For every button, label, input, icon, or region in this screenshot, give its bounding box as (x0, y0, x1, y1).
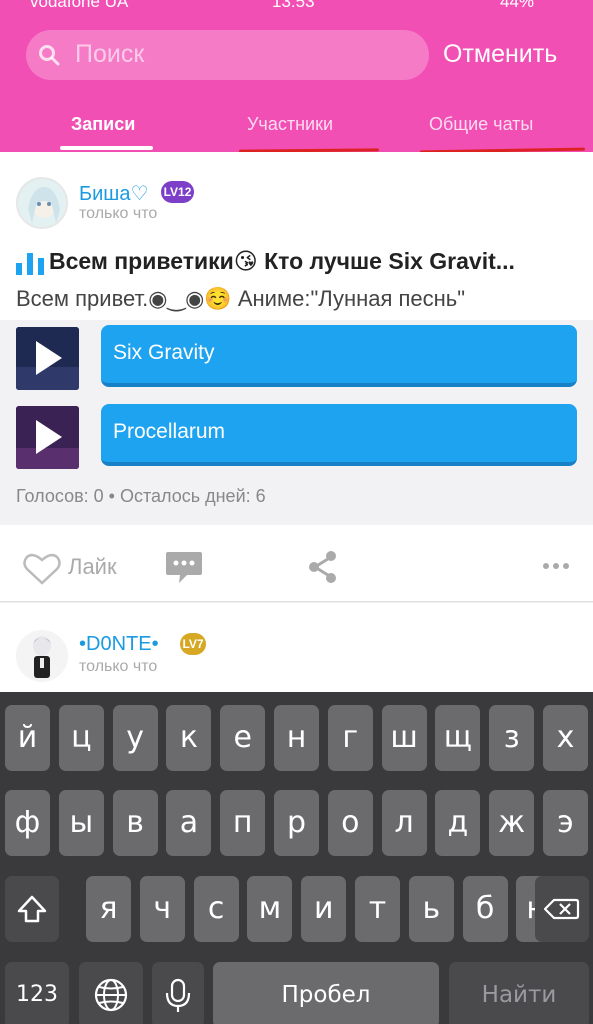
globe-icon (94, 978, 128, 1012)
letter-key[interactable]: х (543, 705, 588, 771)
carrier-label: vodafone UA (30, 0, 129, 11)
tab-posts[interactable]: Записи (71, 114, 135, 135)
poll-option-button[interactable]: Procellarum (101, 404, 577, 466)
poll-stats: Голосов: 0 • Осталось дней: 6 (16, 486, 266, 506)
letter-key[interactable]: щ (435, 705, 481, 771)
tab-members[interactable]: Участники (247, 114, 333, 135)
letter-key[interactable]: ж (489, 790, 535, 856)
letter-key[interactable]: э (543, 790, 588, 856)
letter-key[interactable]: с (193, 876, 239, 942)
search-placeholder: Поиск (75, 40, 145, 68)
like-button[interactable]: Лайк (68, 554, 117, 580)
post-actions: Лайк (0, 532, 593, 602)
level-badge: LV7 (180, 633, 206, 655)
cancel-button[interactable]: Отменить (443, 40, 557, 69)
letter-key[interactable]: о (327, 790, 373, 856)
letter-key[interactable]: ф (5, 790, 50, 856)
poll-chart-icon (16, 253, 44, 275)
microphone-key[interactable] (152, 962, 204, 1024)
letter-key[interactable]: д (435, 790, 481, 856)
letter-key[interactable]: м (247, 876, 293, 942)
letter-key[interactable]: е (220, 705, 266, 771)
letter-key[interactable]: з (489, 705, 535, 771)
author-name[interactable]: Биша♡ (79, 181, 148, 206)
post-time: только что (79, 658, 158, 675)
letter-key[interactable]: л (381, 790, 427, 856)
post-time: только что (79, 205, 158, 222)
letter-key[interactable]: в (112, 790, 158, 856)
keyboard: йцукенгшщзх фывапролджэ ячсмитьбю 123 Пр… (0, 692, 593, 1024)
shift-key[interactable] (5, 876, 59, 942)
letter-key[interactable]: н (274, 705, 319, 771)
letter-key[interactable]: р (274, 790, 319, 856)
level-badge: LV12 (161, 181, 194, 203)
search-icon (39, 45, 60, 66)
comment-icon[interactable] (165, 550, 203, 584)
numbers-key[interactable]: 123 (5, 962, 69, 1024)
letter-key[interactable]: я (86, 876, 131, 942)
avatar[interactable] (16, 177, 68, 229)
avatar-image (18, 179, 66, 227)
option-thumbnail[interactable] (16, 406, 79, 469)
backspace-key[interactable] (535, 876, 589, 942)
letter-key[interactable]: ы (58, 790, 104, 856)
post-body: Всем привет.◉‿◉☺️ Аниме:"Лунная песнь" (16, 286, 466, 311)
letter-key[interactable]: ч (139, 876, 185, 942)
status-bar: vodafone UA 13:53 44% (0, 0, 593, 11)
post-card[interactable]: •D0NTE• LV7 только что (0, 603, 593, 693)
letter-key[interactable]: п (220, 790, 266, 856)
letter-key[interactable]: ш (381, 705, 427, 771)
letter-key[interactable]: и (301, 876, 347, 942)
backspace-icon (543, 898, 580, 920)
option-thumbnail[interactable] (16, 327, 79, 390)
space-key[interactable]: Пробел (213, 962, 439, 1024)
letter-key[interactable]: г (327, 705, 373, 771)
letter-key[interactable]: ц (58, 705, 104, 771)
play-icon (16, 406, 79, 469)
play-icon (16, 327, 79, 390)
globe-key[interactable] (79, 962, 143, 1024)
header: vodafone UA 13:53 44% Поиск Отменить Зап… (0, 0, 593, 154)
letter-key[interactable]: а (166, 790, 212, 856)
letter-key[interactable]: у (112, 705, 158, 771)
search-go-key[interactable]: Найти (449, 962, 589, 1024)
letter-key[interactable]: ь (408, 876, 454, 942)
avatar-image (16, 630, 68, 682)
tab-public-chats[interactable]: Общие чаты (429, 114, 533, 135)
letter-key[interactable]: б (462, 876, 508, 942)
active-tab-indicator (60, 146, 153, 150)
poll-option-button[interactable]: Six Gravity (101, 325, 577, 387)
heart-icon[interactable] (23, 552, 61, 586)
letter-key[interactable]: й (5, 705, 50, 771)
author-name[interactable]: •D0NTE• (79, 633, 159, 656)
poll-options: Six Gravity Procellarum Голосов: 0 • Ост… (0, 320, 593, 525)
clock: 13:53 (272, 0, 315, 11)
avatar[interactable] (16, 630, 68, 682)
letter-key[interactable]: к (166, 705, 212, 771)
more-icon[interactable] (542, 562, 570, 570)
microphone-icon (165, 978, 191, 1012)
shift-icon (17, 895, 47, 923)
poll-title[interactable]: Всем приветики😘 Кто лучше Six Gravit... (49, 248, 589, 275)
poll-post-card[interactable]: Биша♡ LV12 только что Всем приветики😘 Кт… (0, 152, 593, 602)
share-icon[interactable] (307, 550, 339, 584)
battery-label: 44% (500, 0, 535, 11)
letter-key[interactable]: т (355, 876, 400, 942)
